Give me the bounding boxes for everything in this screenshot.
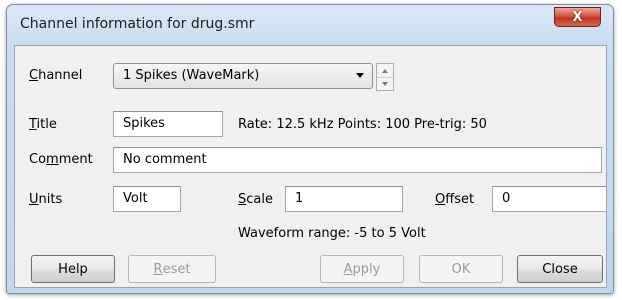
apply-button[interactable]: Apply <box>320 255 404 283</box>
dialog-body: Channel 1 Spikes (WaveMark) Title Spikes… <box>14 45 607 288</box>
help-button[interactable]: Help <box>31 255 115 283</box>
units-label: Units <box>29 192 63 207</box>
scale-field[interactable]: 1 <box>285 186 403 212</box>
offset-label: Offset <box>435 192 475 207</box>
channel-spinner[interactable] <box>376 63 394 91</box>
rate-info-text: Rate: 12.5 kHz Points: 100 Pre-trig: 50 <box>238 117 487 132</box>
spin-up-button[interactable] <box>377 64 393 78</box>
spin-down-button[interactable] <box>377 77 393 90</box>
offset-field[interactable]: 0 <box>492 186 607 212</box>
title-bar[interactable]: Channel information for drug.smr X <box>7 5 613 45</box>
scale-label: Scale <box>238 192 273 207</box>
close-window-button[interactable]: X <box>554 7 601 27</box>
ok-button[interactable]: OK <box>419 255 503 283</box>
comment-label: Comment <box>29 152 93 167</box>
arrow-down-icon <box>382 81 388 86</box>
channel-select-value: 1 Spikes (WaveMark) <box>123 68 260 83</box>
reset-button[interactable]: Reset <box>128 255 216 283</box>
chevron-down-icon <box>356 73 364 78</box>
window-title: Channel information for drug.smr <box>20 16 255 32</box>
close-button[interactable]: Close <box>517 255 603 283</box>
arrow-up-icon <box>382 68 388 73</box>
close-icon: X <box>572 9 583 25</box>
units-field[interactable]: Volt <box>113 186 181 212</box>
title-field[interactable]: Spikes <box>113 111 223 137</box>
comment-field[interactable]: No comment <box>113 147 602 173</box>
dialog-window: Channel information for drug.smr X Chann… <box>6 4 614 294</box>
title-label: Title <box>29 117 57 132</box>
channel-label: Channel <box>29 68 83 83</box>
waveform-range-text: Waveform range: -5 to 5 Volt <box>238 226 426 241</box>
channel-select[interactable]: 1 Spikes (WaveMark) <box>113 63 373 89</box>
